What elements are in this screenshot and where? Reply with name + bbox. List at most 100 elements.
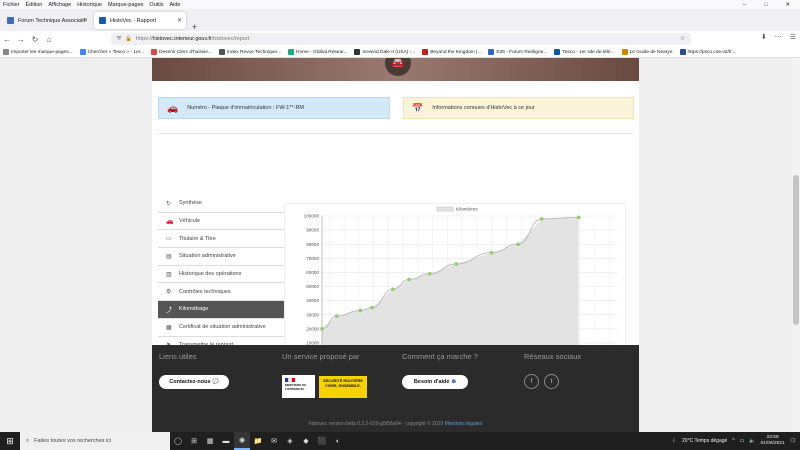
tray-arrow-icon[interactable]: ^ [732, 438, 734, 444]
close-tab-icon[interactable]: ✕ [177, 17, 182, 24]
bookmark-item[interactable]: E36 - Forum Renligne... [488, 49, 547, 55]
extensions-icon[interactable]: ⋯ [775, 33, 782, 41]
notifications-icon[interactable]: 🗨 [790, 438, 796, 444]
menu-history[interactable]: Historique [77, 2, 102, 8]
tab-histovec[interactable]: HistoVec - Rapport ✕ [94, 12, 186, 29]
bookmark-item[interactable]: Importer les marque-pages... [3, 49, 73, 55]
menu-item-icon: ↻ [166, 200, 172, 207]
help-button[interactable]: Besoin d'aide ⊕ [402, 375, 468, 389]
bookmark-item[interactable]: Devenir Clerc d'huissie... [151, 49, 212, 55]
taskbar-app-icon[interactable]: ◉ [234, 432, 250, 450]
bookmark-label: Importer les marque-pages... [11, 49, 73, 55]
menu-tools[interactable]: Outils [149, 2, 163, 8]
taskbar-app-icon[interactable]: ◐ [330, 432, 346, 450]
securite-routiere-logo[interactable]: SÉCURITÉ ROUTIÈRE VIVRE, ENSEMBLE. [319, 376, 367, 398]
bookmark-item[interactable]: Le Guide de Nearye [621, 49, 673, 55]
taskbar-app-icon[interactable]: ▦ [202, 432, 218, 450]
minimize-icon[interactable]: – [743, 2, 746, 8]
ministry-logo[interactable]: MINISTÈRE DE L'INTÉRIEUR [282, 375, 315, 398]
plate-text: Numéro - Plaque d'immatriculation : FW-1… [187, 105, 305, 111]
downloads-icon[interactable]: ⬇ [761, 33, 767, 41]
taskbar-search[interactable]: ⌕ Faites toutes vos recherches ici [20, 432, 170, 450]
hamburger-menu-icon[interactable]: ☰ [790, 33, 796, 41]
home-icon[interactable]: ⌂ [42, 35, 56, 44]
menu-item-3[interactable]: ▤ Situation administrative [158, 248, 284, 266]
menu-item-1[interactable]: 🚗 Véhicule [158, 213, 284, 231]
bookmark-favicon-icon [151, 49, 158, 55]
taskbar-app-icon[interactable]: ✉ [266, 432, 282, 450]
network-icon[interactable]: ▭ [740, 438, 745, 444]
taskbar-app-icon[interactable]: 📁 [250, 432, 266, 450]
toolbar-right: ⬇ ⋯ ☰ [761, 33, 796, 41]
contact-label: Contactez-nous [169, 379, 211, 385]
y-tick-label: 20000 [306, 326, 319, 331]
bookmark-item[interactable]: Icewind Dale II (USA) -... [354, 49, 415, 55]
windows-start-icon[interactable]: ⊞ [0, 432, 20, 450]
reload-icon[interactable]: ↻ [28, 35, 42, 44]
url-bar[interactable]: ⛨ 🔒 https:// histovec.interieur.gouv.fr … [111, 33, 691, 45]
legal-link[interactable]: Mentions légales [445, 421, 483, 427]
bookmark-item[interactable]: Chercher « Tesco » - 1er... [79, 49, 145, 55]
bookmark-favicon-icon [218, 49, 225, 55]
contact-button[interactable]: Contactez-nous 💬 [159, 375, 229, 389]
clock[interactable]: 23:58 01/06/2021 [761, 435, 785, 447]
close-tab-icon[interactable]: ✕ [83, 17, 88, 24]
car-icon: 🚗 [167, 102, 179, 113]
menu-item-label: Titulaire & Titre [179, 235, 216, 242]
taskbar-app-icon[interactable]: ◈ [282, 432, 298, 450]
bookmark-star-icon[interactable]: ☆ [680, 36, 685, 42]
scrollbar-thumb[interactable] [793, 175, 799, 325]
bookmark-item[interactable]: Home - Global Resear... [287, 49, 347, 55]
weather-text[interactable]: 20°C Temps dégagé [682, 438, 727, 444]
taskbar-app-icon[interactable]: ⊞ [186, 432, 202, 450]
help-icon: ⊕ [451, 379, 457, 385]
menu-item-icon: ⚙ [166, 289, 172, 296]
facebook-icon[interactable]: f [524, 374, 539, 389]
bookmark-item[interactable]: Tesco - 1er site de télé... [554, 49, 615, 55]
links-title: Liens utiles [159, 352, 197, 361]
taskbar-search-placeholder: Faites toutes vos recherches ici [34, 438, 112, 444]
bookmark-label: Beyond the Kingdom |... [430, 49, 482, 55]
bookmark-favicon-icon [422, 49, 429, 55]
maximize-icon[interactable]: □ [764, 2, 767, 8]
lock-icon: 🔒 [125, 36, 132, 42]
bookmark-item[interactable]: Index Revue Technique... [218, 49, 281, 55]
bookmark-favicon-icon [488, 49, 495, 55]
menu-view[interactable]: Affichage [48, 2, 71, 8]
forward-icon[interactable]: → [14, 35, 28, 44]
taskbar-app-icon[interactable]: ⬛ [314, 432, 330, 450]
page-viewport: 🚘 🚗 Numéro - Plaque d'immatriculation : … [0, 58, 800, 432]
close-window-icon[interactable]: ✕ [785, 2, 790, 8]
bookmark-favicon-icon [554, 49, 561, 55]
menu-bookmarks[interactable]: Marque-pages [108, 2, 143, 8]
taskbar-app-icon[interactable]: ▬ [218, 432, 234, 450]
menu-item-label: Historique des opérations [179, 271, 242, 278]
back-icon[interactable]: ← [0, 35, 14, 44]
bookmarks-bar: Importer les marque-pages... Chercher « T… [0, 47, 800, 58]
taskbar-app-icon[interactable]: ◯ [170, 432, 186, 450]
menu-item-7[interactable]: ▦ Certificat de situation administrative [158, 319, 284, 337]
shield-icon: ⛨ [117, 35, 122, 42]
menu-file[interactable]: Fichier [3, 2, 20, 8]
url-domain: histovec.interieur.gouv.fr [152, 36, 212, 42]
bookmark-label: Chercher « Tesco » - 1er... [87, 49, 145, 55]
navigation-bar: ← → ↻ ⌂ ⛨ 🔒 https:// histovec.interieur.… [0, 31, 800, 47]
data-point [427, 272, 432, 276]
info-card: 📅 Informations connues d'HistoVec à ce j… [403, 97, 634, 119]
menu-help[interactable]: Aide [169, 2, 180, 8]
how-title: Comment ça marche ? [402, 352, 478, 361]
menu-item-6[interactable]: ⤴ Kilométrage [158, 301, 284, 319]
menu-item-5[interactable]: ⚙ Contrôles techniques [158, 283, 284, 302]
bookmark-item[interactable]: Beyond the Kingdom |... [422, 49, 481, 55]
bookmark-item[interactable]: https://psco.coe.int/fr... [679, 49, 736, 55]
twitter-icon[interactable]: t [544, 374, 559, 389]
menu-edit[interactable]: Édition [26, 2, 43, 8]
menu-item-4[interactable]: ▥ Historique des opérations [158, 266, 284, 284]
volume-icon[interactable]: 🔈 [749, 438, 755, 444]
menu-item-icon: ▭ [166, 236, 172, 243]
menu-item-0[interactable]: ↻ Synthèse [158, 195, 284, 213]
tab-forum[interactable]: Forum Technique Associatif de ✕ [2, 12, 92, 29]
bookmark-label: https://psco.coe.int/fr... [687, 49, 736, 55]
taskbar-app-icon[interactable]: ◆ [298, 432, 314, 450]
menu-item-2[interactable]: ▭ Titulaire & Titre [158, 230, 284, 249]
